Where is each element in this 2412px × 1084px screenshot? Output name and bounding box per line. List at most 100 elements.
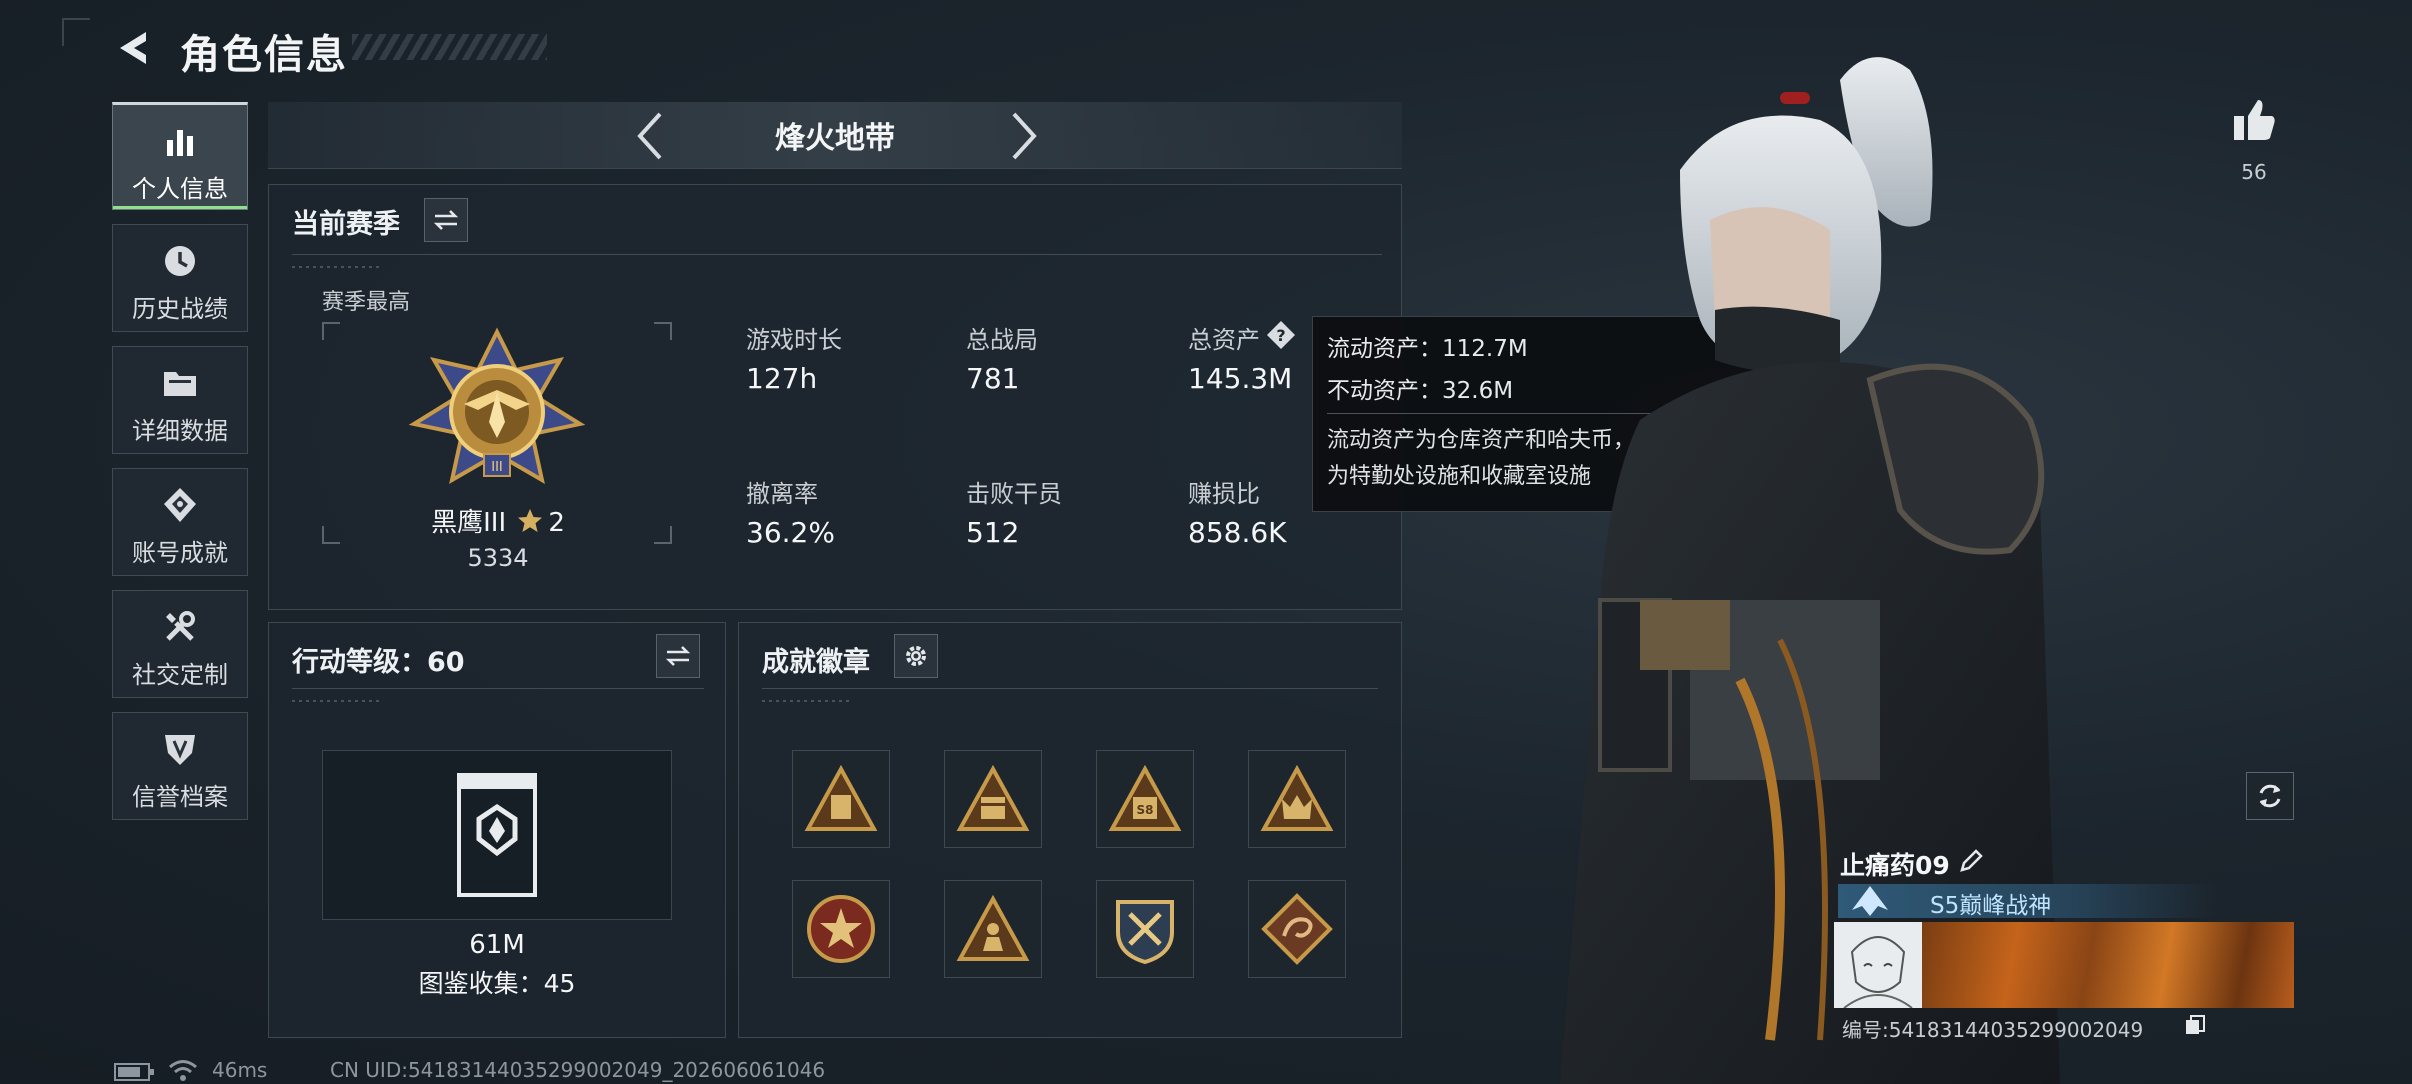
dotted-decoration [762,700,852,702]
season-title: 当前赛季 [292,209,400,240]
nav-item-reputation[interactable]: 信誉档案 [112,712,248,820]
nav-item-label: 信誉档案 [132,783,228,811]
thumbs-up-icon[interactable] [2230,96,2278,144]
svg-text:S8: S8 [1137,803,1154,817]
clock-icon [113,241,247,281]
season-switch-button[interactable] [424,198,468,242]
nav-item-label: 历史战绩 [132,295,228,323]
nav-item-social-custom[interactable]: 社交定制 [112,590,248,698]
gear-icon [906,646,926,666]
triangle-badge-box-icon [956,765,1030,831]
stat-value-profit-ratio: 858.6K [1188,516,1287,549]
refresh-icon [2259,784,2281,808]
achievement-badge[interactable]: S8 [1096,750,1194,848]
profile-banner [1922,922,2294,1008]
uid-readout: CN UID:54183144035299002049_202606061046 [330,1058,826,1082]
player-title: S5巅峰战神 [1930,893,2052,919]
stat-value-total-assets: 145.3M [1188,362,1293,395]
action-level-title: 行动等级：60 [292,647,465,678]
stat-label-kills: 击败干员 [966,480,1062,508]
stat-value-kills: 512 [966,516,1020,549]
rotate-button[interactable] [2246,772,2294,820]
achievement-badge[interactable] [1096,880,1194,978]
collection-count: 图鉴收集：45 [418,969,576,998]
achievements-title: 成就徽章 [762,647,870,678]
tooltip-liquid-assets: 流动资产：112.7M [1327,336,1528,362]
copy-icon[interactable] [2184,1014,2206,1036]
swap-icon [665,646,691,666]
rank-name: 黑鹰III [431,508,507,538]
ping-readout: 46ms [212,1058,268,1082]
help-icon[interactable]: ? [1266,320,1296,350]
stat-label-total-assets: 总资产 [1188,326,1260,354]
stat-value-total-matches: 781 [966,362,1020,395]
svg-text:III: III [491,460,503,475]
mode-label: 烽火地带 [775,121,895,156]
title-emblem-icon [1852,886,1888,916]
achievement-badge[interactable] [944,750,1042,848]
triangle-badge-crown-icon [1260,765,1334,831]
nav-item-label: 详细数据 [132,417,228,445]
svg-text:?: ? [1276,326,1285,345]
diamond-badge-icon [113,485,247,525]
edit-pencil-icon[interactable] [1958,848,1984,874]
dotted-decoration [292,700,382,702]
season-best-label: 赛季最高 [322,290,411,315]
action-level-switch-button[interactable] [656,634,700,678]
nav-item-detail-data[interactable]: 详细数据 [112,346,248,454]
achievements-settings-button[interactable] [894,634,938,678]
dotted-decoration [292,266,382,268]
nav-item-history[interactable]: 历史战绩 [112,224,248,332]
stat-label-total-matches: 总战局 [966,326,1038,354]
nav-item-label: 账号成就 [132,539,228,567]
nav-item-label: 社交定制 [132,661,228,689]
rank-name-row: 黑鹰III 2 [400,502,596,539]
dragon-diamond-badge-icon [1261,893,1333,965]
nav-item-label: 个人信息 [132,175,228,203]
stat-label-playtime: 游戏时长 [746,326,842,354]
bar-chart-icon [113,121,247,161]
tools-icon [113,607,247,647]
round-star-badge-icon [807,895,875,963]
stat-value-playtime: 127h [746,362,818,395]
panel-divider [762,688,1378,689]
achievement-badge[interactable] [1248,750,1346,848]
rank-score: 5334 [467,544,529,572]
page-title: 角色信息 [180,32,348,78]
achievement-badge[interactable] [792,880,890,978]
title-decoration [352,34,547,60]
achievement-badge[interactable] [792,750,890,848]
crossed-swords-badge-icon [1116,900,1174,965]
triangle-soldier-badge-icon [956,895,1030,961]
chevron-left-icon[interactable] [630,108,670,164]
nav-item-achievements[interactable]: 账号成就 [112,468,248,576]
battery-icon [114,1063,154,1081]
stat-label-profit-ratio: 赚损比 [1188,480,1260,508]
triangle-badge-s8-icon: S8 [1108,765,1182,831]
triangle-badge-armor-icon [804,765,878,831]
swap-icon [433,210,459,230]
stat-label-extract-rate: 撤离率 [746,480,818,508]
back-arrow-icon[interactable] [112,26,156,70]
avatar[interactable] [1834,922,1922,1009]
chevron-right-icon[interactable] [1004,108,1044,164]
achievement-badge[interactable] [944,880,1042,978]
panel-divider [292,688,704,689]
shield-icon [113,729,247,769]
star-icon [518,509,543,532]
player-name: 止痛药09 [1840,851,1950,880]
panel-divider [292,254,1382,255]
corner-decoration [62,18,90,46]
nav-item-personal-info[interactable]: 个人信息 [112,102,248,210]
folder-icon [113,363,247,403]
achievement-badge[interactable] [1248,880,1346,978]
rank-stars: 2 [548,508,565,538]
player-id: 编号:54183144035299002049 [1842,1018,2144,1042]
collection-card[interactable] [322,750,672,920]
collection-vault-icon [457,773,537,897]
stat-value-extract-rate: 36.2% [746,516,835,549]
like-count: 56 [2241,160,2267,184]
action-level-value: 61M [469,930,525,960]
wifi-icon [169,1060,197,1081]
tooltip-fixed-assets: 不动资产：32.6M [1327,378,1514,404]
